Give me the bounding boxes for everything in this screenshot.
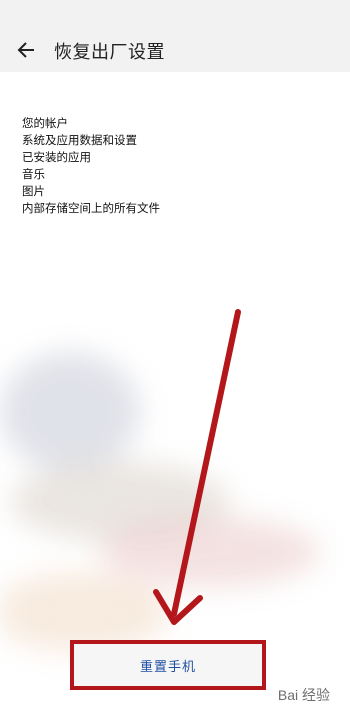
back-arrow-icon	[17, 42, 34, 58]
blurred-region	[0, 292, 350, 672]
reset-phone-button[interactable]: 重置手机	[74, 644, 262, 686]
list-item: 音乐	[22, 169, 45, 181]
list-item: 已安装的应用	[22, 152, 91, 164]
list-item: 内部存储空间上的所有文件	[22, 203, 160, 215]
data-list: 您的帐户 系统及应用数据和设置 已安装的应用 音乐 图片 内部存储空间上的所有文…	[22, 116, 160, 218]
header-bar: 恢复出厂设置	[0, 0, 350, 72]
watermark: Bai 经验	[277, 687, 330, 703]
reset-highlight-box: 重置手机	[70, 640, 266, 690]
back-button[interactable]	[14, 38, 38, 62]
page-title: 恢复出厂设置	[54, 42, 165, 62]
list-item: 图片	[22, 186, 45, 198]
list-item: 您的帐户	[22, 118, 68, 130]
list-item: 系统及应用数据和设置	[22, 135, 137, 147]
content-area: 您的帐户 系统及应用数据和设置 已安装的应用 音乐 图片 内部存储空间上的所有文…	[0, 72, 350, 727]
